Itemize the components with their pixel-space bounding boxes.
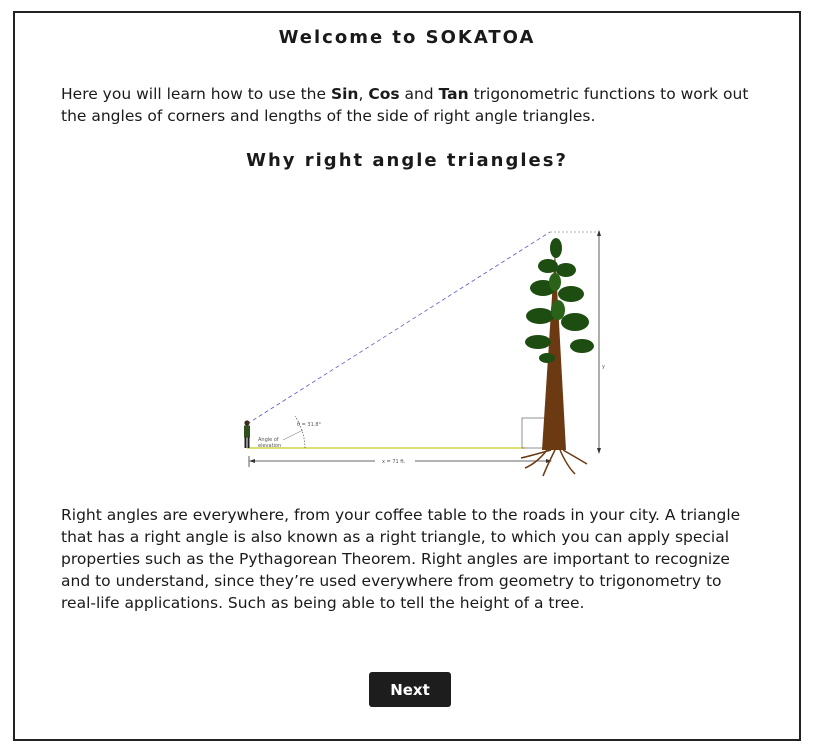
- intro-tan: Tan: [438, 85, 469, 103]
- elevation-label-2: elevation: [258, 443, 281, 449]
- intro-sin: Sin: [330, 85, 359, 103]
- tree-height-illustration: y x = 71 ft. θ = 31.8° Angle of elevatio…: [244, 230, 605, 477]
- angle-arc: [294, 415, 306, 449]
- angle-label: θ = 31.8°: [297, 422, 322, 428]
- intro-sep1: ,: [358, 85, 369, 103]
- height-arrow-up-icon: [597, 230, 601, 236]
- tree-icon: [520, 238, 594, 477]
- angle-pointer: [282, 429, 304, 441]
- section-subtitle: Why right angle triangles?: [246, 150, 568, 171]
- intro-paragraph: Here you will learn how to use the Sin, …: [61, 83, 761, 127]
- intro-sep2: and: [399, 85, 439, 103]
- next-button[interactable]: Next: [369, 672, 451, 707]
- height-label: y: [602, 364, 605, 370]
- distance-arrow-left-icon: [249, 459, 255, 463]
- intro-prefix: Here you will learn how to use the: [61, 85, 331, 103]
- line-of-sight: [246, 231, 551, 425]
- body-paragraph: Right angles are everywhere, from your c…: [61, 506, 741, 612]
- distance-label: x = 71 ft.: [382, 459, 406, 465]
- intro-cos: Cos: [368, 85, 400, 103]
- page-title: Welcome to SOKATOA: [278, 27, 536, 48]
- content-frame: Welcome to SOKATOA Here you will learn h…: [13, 11, 801, 741]
- height-arrow-down-icon: [597, 448, 601, 454]
- observer-person-icon: [244, 420, 250, 448]
